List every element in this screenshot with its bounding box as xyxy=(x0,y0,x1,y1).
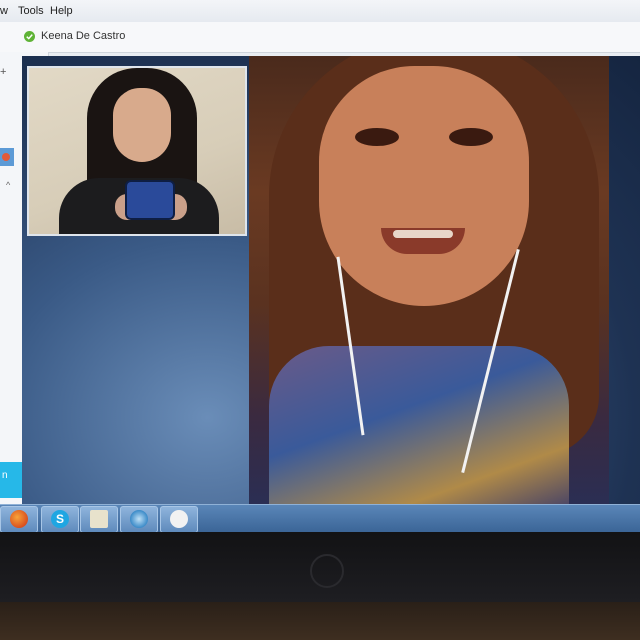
monitor-logo-icon xyxy=(310,554,344,588)
desk-surface xyxy=(0,602,640,640)
remote-video-right-eye xyxy=(449,128,493,146)
taskbar-item-skype[interactable]: S xyxy=(41,506,79,532)
remote-video-teeth xyxy=(393,230,453,238)
self-video-face xyxy=(113,88,171,162)
folder-icon xyxy=(90,510,108,528)
firefox-icon xyxy=(10,510,28,528)
away-status-icon xyxy=(2,153,10,161)
taskbar-item-app[interactable] xyxy=(160,506,198,532)
sidebar-item-contact[interactable] xyxy=(0,148,14,166)
chevron-up-icon[interactable]: ^ xyxy=(6,180,10,190)
screen: w Tools Help Keena De Castro + ^ n × xyxy=(0,0,640,532)
photo-of-monitor: w Tools Help Keena De Castro + ^ n × xyxy=(0,0,640,640)
taskbar-item-media[interactable] xyxy=(120,506,158,532)
add-contact-icon[interactable]: + xyxy=(0,66,6,78)
skype-icon: S xyxy=(51,510,69,528)
taskbar-item-firefox[interactable] xyxy=(0,506,38,532)
shield-icon xyxy=(170,510,188,528)
menu-item-tools[interactable]: Tools xyxy=(18,5,44,17)
menu-item-help[interactable]: Help xyxy=(50,5,73,17)
notification-text: n xyxy=(2,470,8,481)
menu-bar: w Tools Help xyxy=(0,0,640,22)
remote-video-left-eye xyxy=(355,128,399,146)
video-call-area xyxy=(22,56,640,508)
windows-taskbar: S xyxy=(0,504,640,532)
conversation-header: Keena De Castro xyxy=(0,22,640,53)
online-status-icon xyxy=(24,31,35,42)
menu-item-view[interactable]: w xyxy=(0,5,8,17)
remote-video-feed[interactable] xyxy=(249,56,609,508)
self-video-preview[interactable] xyxy=(27,66,247,236)
taskbar-item-file-manager[interactable] xyxy=(80,506,118,532)
remote-video-shirt xyxy=(269,346,569,508)
monitor-bezel xyxy=(0,532,640,602)
contact-name[interactable]: Keena De Castro xyxy=(41,30,125,42)
remote-video-face xyxy=(319,66,529,306)
self-video-phone xyxy=(125,180,175,220)
media-player-icon xyxy=(130,510,148,528)
